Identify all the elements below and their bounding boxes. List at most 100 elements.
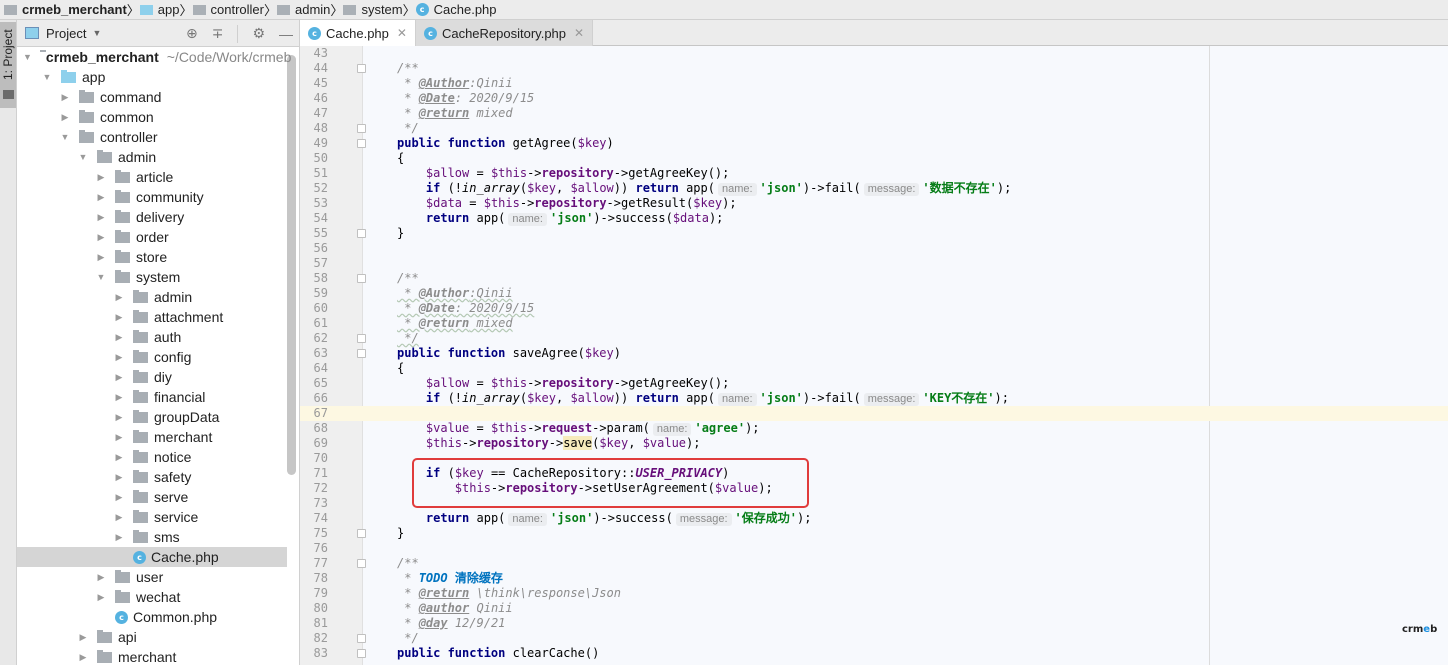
code-line[interactable]: 74 return app(name:'json')->success(mess… xyxy=(300,511,1448,526)
collapsed-arrow-icon[interactable]: ▶ xyxy=(95,572,107,583)
fold-marker-icon[interactable] xyxy=(357,649,366,658)
collapsed-arrow-icon[interactable]: ▶ xyxy=(95,192,107,203)
code-line[interactable]: 77 /** xyxy=(300,556,1448,571)
tree-item-common-php[interactable]: ▶cCommon.php xyxy=(17,607,287,627)
expanded-arrow-icon[interactable]: ▼ xyxy=(59,132,71,142)
collapsed-arrow-icon[interactable]: ▶ xyxy=(113,412,125,423)
tree-item-user[interactable]: ▶ user xyxy=(17,567,287,587)
tree-item-common[interactable]: ▶ common xyxy=(17,107,287,127)
tree-item-crmeb-merchant[interactable]: ▼ crmeb_merchant ~/Code/Work/crmeb xyxy=(17,47,291,67)
collapsed-arrow-icon[interactable]: ▶ xyxy=(59,92,71,103)
breadcrumb-item[interactable]: system xyxy=(343,2,403,17)
tree-item-wechat[interactable]: ▶ wechat xyxy=(17,587,287,607)
code-line[interactable]: 75} xyxy=(300,526,1448,541)
code-line[interactable]: 43 xyxy=(300,46,1448,61)
code-line[interactable]: 47 * @return mixed xyxy=(300,106,1448,121)
collapse-all-icon[interactable]: ∓ xyxy=(212,25,224,42)
code-line[interactable]: 71 if ($key == CacheRepository::USER_PRI… xyxy=(300,466,1448,481)
tree-item-community[interactable]: ▶ community xyxy=(17,187,287,207)
code-line[interactable]: 66 if (!in_array($key, $allow)) return a… xyxy=(300,391,1448,406)
chevron-down-icon[interactable]: ▼ xyxy=(92,28,101,38)
collapsed-arrow-icon[interactable]: ▶ xyxy=(95,172,107,183)
minimize-icon[interactable]: — xyxy=(279,26,293,42)
close-icon[interactable]: ✕ xyxy=(574,26,584,40)
collapsed-arrow-icon[interactable]: ▶ xyxy=(113,312,125,323)
code-line[interactable]: 68 $value = $this->request->param(name: '… xyxy=(300,421,1448,436)
code-line[interactable]: 53 $data = $this->repository->getResult(… xyxy=(300,196,1448,211)
collapsed-arrow-icon[interactable]: ▶ xyxy=(95,252,107,263)
code-editor[interactable]: crmeb 43 44/** 45 * @Author:Qinii 46 * @Dat… xyxy=(300,46,1448,665)
collapsed-arrow-icon[interactable]: ▶ xyxy=(77,652,89,663)
locate-icon[interactable]: ⊕ xyxy=(186,25,198,42)
tree-item-service[interactable]: ▶ service xyxy=(17,507,287,527)
code-line[interactable]: 59 * @Author:Qinii xyxy=(300,286,1448,301)
code-line[interactable]: 62 */ xyxy=(300,331,1448,346)
code-line[interactable]: 83 public function clearCache() xyxy=(300,646,1448,661)
fold-marker-icon[interactable] xyxy=(357,334,366,343)
fold-marker-icon[interactable] xyxy=(357,349,366,358)
collapsed-arrow-icon[interactable]: ▶ xyxy=(59,112,71,123)
collapsed-arrow-icon[interactable]: ▶ xyxy=(113,372,125,383)
tree-item-merchant[interactable]: ▶ merchant xyxy=(17,427,287,447)
code-line[interactable]: 56 xyxy=(300,241,1448,256)
code-line[interactable]: 67 xyxy=(300,406,1448,421)
fold-marker-icon[interactable] xyxy=(357,124,366,133)
tree-item-article[interactable]: ▶ article xyxy=(17,167,287,187)
expanded-arrow-icon[interactable]: ▼ xyxy=(41,72,53,82)
collapsed-arrow-icon[interactable]: ▶ xyxy=(113,452,125,463)
tab-cache-php[interactable]: c Cache.php ✕ xyxy=(300,20,416,46)
tree-item-order[interactable]: ▶ order xyxy=(17,227,287,247)
collapsed-arrow-icon[interactable]: ▶ xyxy=(95,212,107,223)
code-line[interactable]: 80 * @author Qinii xyxy=(300,601,1448,616)
tree-item-financial[interactable]: ▶ financial xyxy=(17,387,287,407)
collapsed-arrow-icon[interactable]: ▶ xyxy=(113,492,125,503)
code-line[interactable]: 65 $allow = $this->repository->getAgreeK… xyxy=(300,376,1448,391)
collapsed-arrow-icon[interactable]: ▶ xyxy=(113,352,125,363)
code-line[interactable]: 69 $this->repository->save($key, $value)… xyxy=(300,436,1448,451)
collapsed-arrow-icon[interactable]: ▶ xyxy=(113,472,125,483)
code-line[interactable]: 45 * @Author:Qinii xyxy=(300,76,1448,91)
code-line[interactable]: 57 xyxy=(300,256,1448,271)
fold-marker-icon[interactable] xyxy=(357,559,366,568)
close-icon[interactable]: ✕ xyxy=(397,26,407,40)
tree-scrollbar[interactable] xyxy=(287,55,296,475)
tree-item-groupdata[interactable]: ▶ groupData xyxy=(17,407,287,427)
tree-item-sms[interactable]: ▶ sms xyxy=(17,527,287,547)
code-line[interactable]: 61 * @return mixed xyxy=(300,316,1448,331)
tree-item-notice[interactable]: ▶ notice xyxy=(17,447,287,467)
code-line[interactable]: 60 * @Date: 2020/9/15 xyxy=(300,301,1448,316)
project-view-selector[interactable]: Project xyxy=(46,26,86,41)
tree-item-delivery[interactable]: ▶ delivery xyxy=(17,207,287,227)
expanded-arrow-icon[interactable]: ▼ xyxy=(23,52,32,62)
breadcrumb-item[interactable]: controller xyxy=(192,2,264,17)
fold-marker-icon[interactable] xyxy=(357,64,366,73)
breadcrumb-item[interactable]: app xyxy=(139,2,180,17)
tree-item-attachment[interactable]: ▶ attachment xyxy=(17,307,287,327)
code-line[interactable]: 52 if (!in_array($key, $allow)) return a… xyxy=(300,181,1448,196)
tree-item-merchant[interactable]: ▶ merchant xyxy=(17,647,287,664)
tree-item-app[interactable]: ▼ app xyxy=(17,67,287,87)
code-line[interactable]: 78 * TODO 清除缓存 xyxy=(300,571,1448,586)
tab-cacherepository-php[interactable]: c CacheRepository.php ✕ xyxy=(415,20,594,46)
collapsed-arrow-icon[interactable]: ▶ xyxy=(95,592,107,603)
breadcrumb-item[interactable]: c Cache.php xyxy=(415,2,497,17)
code-line[interactable]: 49 public function getAgree($key) xyxy=(300,136,1448,151)
code-line[interactable]: 48 */ xyxy=(300,121,1448,136)
tree-item-api[interactable]: ▶ api xyxy=(17,627,287,647)
code-line[interactable]: 70 xyxy=(300,451,1448,466)
tree-item-cache-php[interactable]: ▶cCache.php xyxy=(17,547,287,567)
tree-item-auth[interactable]: ▶ auth xyxy=(17,327,287,347)
tree-item-diy[interactable]: ▶ diy xyxy=(17,367,287,387)
collapsed-arrow-icon[interactable]: ▶ xyxy=(113,512,125,523)
tree-item-controller[interactable]: ▼ controller xyxy=(17,127,287,147)
code-line[interactable]: 58 /** xyxy=(300,271,1448,286)
code-line[interactable]: 63 public function saveAgree($key) xyxy=(300,346,1448,361)
fold-marker-icon[interactable] xyxy=(357,274,366,283)
breadcrumb-item[interactable]: admin xyxy=(277,2,330,17)
tree-item-config[interactable]: ▶ config xyxy=(17,347,287,367)
tree-item-store[interactable]: ▶ store xyxy=(17,247,287,267)
tree-item-admin[interactable]: ▶ admin xyxy=(17,287,287,307)
collapsed-arrow-icon[interactable]: ▶ xyxy=(113,332,125,343)
code-line[interactable]: 82 */ xyxy=(300,631,1448,646)
fold-marker-icon[interactable] xyxy=(357,139,366,148)
